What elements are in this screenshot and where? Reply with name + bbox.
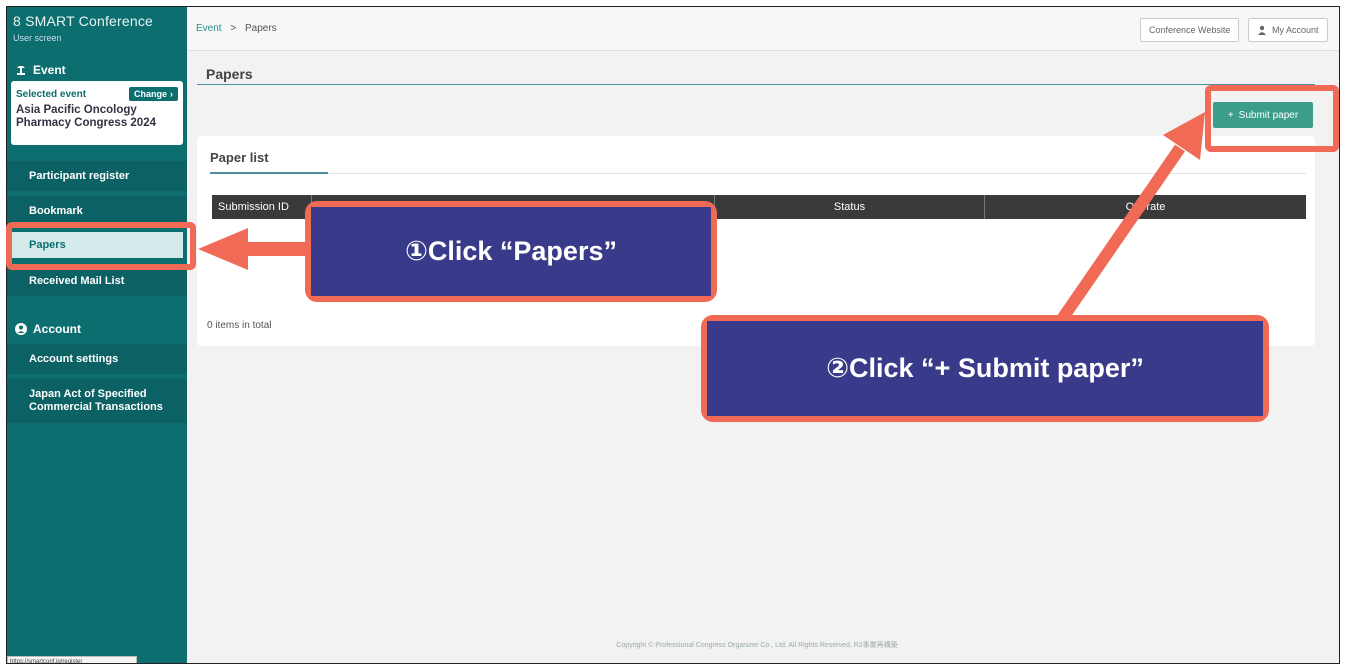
event-name: Asia Pacific Oncology Pharmacy Congress … — [16, 104, 156, 129]
sidebar-item-japan-act[interactable]: Japan Act of Specified Commercial Transa… — [7, 379, 187, 423]
app-title: 8 SMART Conference — [13, 13, 154, 29]
chevron-right-icon: › — [170, 89, 173, 99]
topbar: Event > Papers Conference Website My Acc… — [187, 7, 1339, 51]
step1-text: ①Click “Papers” — [311, 207, 711, 296]
step2-callout: ②Click “+ Submit paper” — [701, 315, 1269, 422]
change-event-button[interactable]: Change › — [128, 87, 178, 101]
sidebar-item-participant-register[interactable]: Participant register — [7, 161, 187, 191]
column-header-operate: Operate — [1125, 201, 1166, 213]
event-section-heading: Event — [7, 63, 74, 77]
logo-icon: 8 — [13, 13, 26, 29]
brand: 8 SMART Conference User screen — [7, 7, 187, 43]
app-subtitle: User screen — [13, 33, 62, 43]
user-circle-icon — [15, 323, 27, 335]
selected-event-card: Selected event Change › Asia Pacific Onc… — [11, 81, 183, 145]
breadcrumb: Event > Papers — [196, 23, 277, 34]
my-account-button[interactable]: My Account — [1248, 18, 1328, 42]
browser-status-url: https://smartconf.jp/register — [7, 656, 137, 663]
conference-website-button[interactable]: Conference Website — [1140, 18, 1240, 42]
card-title: Paper list — [210, 150, 269, 165]
sidebar: 8 SMART Conference User screen Event Sel… — [7, 7, 187, 663]
user-icon — [1258, 25, 1266, 35]
card-divider — [210, 173, 1306, 174]
step2-text: ②Click “+ Submit paper” — [707, 321, 1263, 416]
column-header-status: Status — [715, 195, 985, 219]
breadcrumb-current: Papers — [244, 23, 277, 34]
event-icon — [17, 66, 25, 75]
breadcrumb-event-link[interactable]: Event — [196, 23, 222, 34]
column-header-submission-id: Submission ID — [212, 195, 312, 219]
sidebar-item-received-mail-list[interactable]: Received Mail List — [7, 266, 187, 296]
footer-copyright: Copyright © Professional Congress Organi… — [616, 642, 898, 649]
step1-callout: ①Click “Papers” — [305, 201, 717, 302]
items-total: 0 items in total — [207, 320, 272, 331]
card-title-underline — [210, 172, 328, 174]
breadcrumb-separator: > — [230, 23, 237, 34]
title-divider — [197, 84, 1315, 85]
sidebar-item-account-settings[interactable]: Account settings — [7, 344, 187, 374]
papers-highlight-box — [6, 222, 196, 270]
submit-highlight-box — [1205, 85, 1339, 152]
selected-event-label: Selected event — [16, 88, 87, 100]
account-section-heading: Account — [7, 322, 89, 336]
page-title: Papers — [206, 66, 253, 82]
